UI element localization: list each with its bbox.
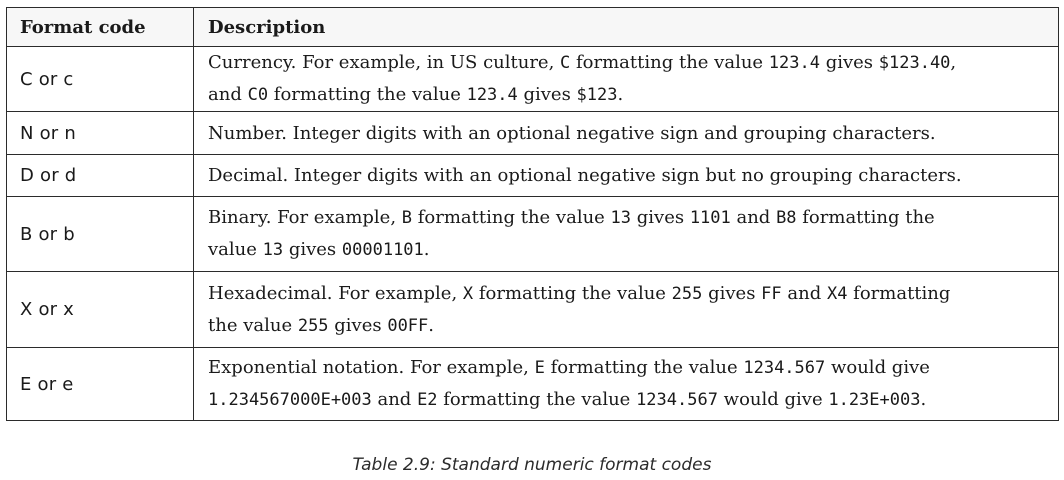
table-row: B or b Binary. For example, B formatting… bbox=[6, 196, 1059, 272]
table-row: X or x Hexadecimal. For example, X forma… bbox=[6, 271, 1059, 348]
inline-code: X4 bbox=[826, 283, 848, 304]
header-description: Description bbox=[193, 7, 1059, 47]
inline-code: C0 bbox=[247, 85, 269, 105]
inline-code: 255 bbox=[671, 283, 703, 304]
inline-code: 123.4 bbox=[466, 85, 518, 105]
inline-code: E bbox=[534, 358, 545, 378]
format-code-cell: C or c bbox=[6, 46, 194, 112]
inline-code: E2 bbox=[417, 390, 438, 410]
inline-code: FF bbox=[761, 283, 782, 304]
description-cell: Hexadecimal. For example, X formatting t… bbox=[193, 271, 1059, 348]
table-row: D or d Decimal. Integer digits with an o… bbox=[6, 154, 1059, 197]
format-code-cell: N or n bbox=[6, 111, 194, 155]
inline-code: B8 bbox=[776, 208, 797, 228]
format-code-cell: E or e bbox=[6, 347, 194, 421]
header-format-code: Format code bbox=[6, 7, 194, 47]
inline-code: 1.234567000E+003 bbox=[208, 390, 372, 410]
table-caption: Table 2.9: Standard numeric format codes bbox=[352, 455, 712, 475]
inline-code: 13 bbox=[262, 240, 284, 260]
format-codes-table: Format code Description C or c Currency.… bbox=[6, 7, 1059, 421]
description-cell: Exponential notation. For example, E for… bbox=[193, 347, 1059, 421]
description-cell: Number. Integer digits with an optional … bbox=[193, 111, 1059, 155]
table-header-row: Format code Description bbox=[6, 7, 1059, 47]
inline-code: 00001101 bbox=[341, 240, 424, 260]
inline-code: B bbox=[401, 208, 413, 228]
table-row: E or e Exponential notation. For example… bbox=[6, 347, 1059, 421]
table-row: C or c Currency. For example, in US cult… bbox=[6, 46, 1059, 112]
inline-code: 1234.567 bbox=[743, 358, 826, 378]
inline-code: 00FF bbox=[387, 315, 429, 336]
inline-code: 1101 bbox=[689, 208, 731, 228]
inline-code: $123.40 bbox=[878, 53, 951, 73]
description-cell: Decimal. Integer digits with an optional… bbox=[193, 154, 1059, 197]
inline-code: X bbox=[462, 283, 474, 304]
format-code-cell: B or b bbox=[6, 196, 194, 272]
inline-code: C bbox=[560, 53, 571, 73]
inline-code: 13 bbox=[610, 208, 632, 228]
inline-code: 255 bbox=[297, 315, 329, 336]
format-code-cell: D or d bbox=[6, 154, 194, 197]
description-cell: Binary. For example, B formatting the va… bbox=[193, 196, 1059, 272]
inline-code: $123 bbox=[576, 85, 618, 105]
inline-code: 1234.567 bbox=[636, 390, 718, 410]
format-code-cell: X or x bbox=[6, 271, 194, 348]
description-cell: Currency. For example, in US culture, C … bbox=[193, 46, 1059, 112]
inline-code: 123.4 bbox=[768, 53, 820, 73]
inline-code: 1.23E+003 bbox=[828, 390, 921, 410]
table-row: N or n Number. Integer digits with an op… bbox=[6, 111, 1059, 155]
